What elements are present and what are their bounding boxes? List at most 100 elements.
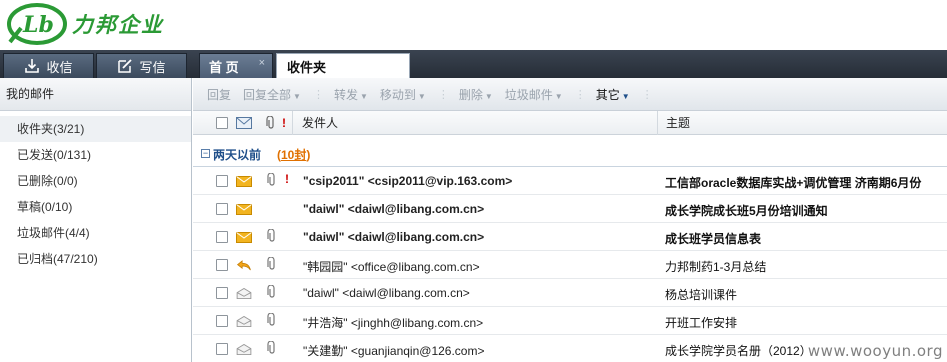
collapse-icon[interactable]: −: [201, 149, 210, 158]
reply-all-button[interactable]: 回复全部 ▼: [243, 86, 301, 103]
other-button[interactable]: 其它 ▼: [596, 86, 630, 103]
reply-all-label: 回复全部: [243, 87, 292, 102]
subject: 工信部oracle数据库实战+调优管理 济南期6月份: [665, 176, 922, 190]
compose-button[interactable]: 写信: [96, 53, 187, 78]
attachment-column-icon: [266, 116, 274, 129]
sender-email: <daiwl@libang.com.cn>: [347, 202, 485, 216]
subject: 杨总培训课件: [665, 288, 738, 302]
attachment-icon: [267, 313, 275, 326]
row-checkbox[interactable]: [216, 231, 228, 243]
reply-button[interactable]: 回复: [207, 86, 231, 103]
message-row[interactable]: "井浩海" <jinghh@libang.com.cn> 开班工作安排: [193, 307, 947, 335]
brand-name: 力邦企业: [72, 12, 164, 37]
sender-name: "daiwl": [303, 286, 339, 300]
webmail-window: Lb 力邦企业 收信 写信 首 页 × 收件夹 我的邮件 收件夹(3/21) 已…: [0, 0, 947, 362]
sidebar-item-deleted[interactable]: 已删除(0/0): [0, 168, 191, 194]
spam-button[interactable]: 垃圾邮件 ▼: [505, 86, 563, 103]
reply-arrow-icon: [236, 260, 251, 271]
select-all-checkbox[interactable]: [216, 117, 228, 129]
message-row[interactable]: "daiwl" <daiwl@libang.com.cn> 杨总培训课件: [193, 279, 947, 307]
sidebar-item-inbox[interactable]: 收件夹(3/21): [0, 116, 191, 142]
header: Lb 力邦企业: [0, 0, 947, 50]
important-icon: !: [285, 172, 289, 186]
chevron-down-icon: ▼: [484, 91, 493, 101]
sidebar-item-archived[interactable]: 已归档(47/210): [0, 246, 191, 272]
sender-email: <daiwl@libang.com.cn>: [347, 230, 485, 244]
spam-label: 垃圾邮件: [504, 87, 553, 102]
sender: "井浩海" <jinghh@libang.com.cn>: [303, 314, 483, 331]
chevron-down-icon: ▼: [621, 91, 630, 101]
move-to-button[interactable]: 移动到 ▼: [380, 86, 426, 103]
close-icon[interactable]: ×: [259, 57, 265, 69]
sender-email: <guanjianqin@126.com>: [350, 344, 485, 358]
top-tab-bar: 收信 写信 首 页 × 收件夹: [0, 50, 947, 78]
delete-button[interactable]: 删除 ▼: [459, 86, 493, 103]
envelope-open-icon: [236, 316, 252, 327]
chevron-down-icon: ▼: [359, 91, 368, 101]
message-row[interactable]: "daiwl" <daiwl@libang.com.cn> 成长学院成长班5月份…: [193, 195, 947, 223]
row-checkbox[interactable]: [216, 259, 228, 271]
envelope-open-icon: [236, 344, 252, 355]
sidebar-item-sent[interactable]: 已发送(0/131): [0, 142, 191, 168]
compose-label: 写信: [139, 59, 166, 75]
tab-inbox[interactable]: 收件夹: [276, 53, 410, 78]
sender: "关建勤" <guanjianqin@126.com>: [303, 342, 485, 359]
sender-name: "csip2011": [303, 174, 365, 188]
tab-inbox-label: 收件夹: [287, 59, 327, 75]
toolbar-divider: ⋮: [437, 88, 449, 101]
chevron-down-icon: ▼: [293, 91, 301, 101]
subject-column-header[interactable]: 主题: [657, 111, 947, 135]
sender-email: <office@libang.com.cn>: [350, 260, 480, 274]
sender-name: "daiwl": [303, 202, 345, 216]
sender-name: "关建勤": [303, 344, 348, 358]
envelope-closed-icon: [236, 232, 252, 243]
sender-name: "韩园园": [303, 260, 348, 274]
sidebar-item-spam[interactable]: 垃圾邮件(4/4): [0, 220, 191, 246]
subject: 成长学院成长班5月份培训通知: [665, 204, 828, 218]
attachment-icon: [267, 257, 275, 270]
sender-column-header[interactable]: 发件人: [292, 111, 655, 135]
toolbar-divider: ⋮: [574, 88, 586, 101]
receive-mail-button[interactable]: 收信: [3, 53, 94, 78]
sidebar-item-drafts[interactable]: 草稿(0/10): [0, 194, 191, 220]
sender: "daiwl" <daiwl@libang.com.cn>: [303, 230, 484, 244]
message-row[interactable]: "韩园园" <office@libang.com.cn> 力邦制药1-3月总结: [193, 251, 947, 279]
envelope-column-icon: [236, 117, 252, 129]
svg-text:Lb: Lb: [22, 12, 54, 38]
tab-home-label: 首 页: [209, 59, 239, 75]
attachment-icon: [267, 173, 275, 186]
brand-logo: Lb 力邦企业: [6, 2, 164, 46]
move-to-label: 移动到: [379, 87, 416, 102]
delete-label: 删除: [458, 87, 483, 102]
subject: 成长学院学员名册（2012）: [665, 344, 812, 358]
group-count: (10封): [277, 146, 310, 163]
message-row[interactable]: ! "csip2011" <csip2011@vip.163.com> 工信部o…: [193, 167, 947, 195]
forward-label: 转发: [333, 87, 358, 102]
message-row[interactable]: "daiwl" <daiwl@libang.com.cn> 成长班学员信息表: [193, 223, 947, 251]
sender-email: <jinghh@libang.com.cn>: [350, 316, 484, 330]
forward-button[interactable]: 转发 ▼: [334, 86, 368, 103]
chevron-down-icon: ▼: [417, 91, 426, 101]
sidebar-heading: 我的邮件: [0, 78, 191, 111]
envelope-closed-icon: [236, 176, 252, 187]
message-toolbar: 回复 回复全部 ▼ ⋮ 转发 ▼ 移动到 ▼ ⋮ 删除 ▼ 垃圾邮件 ▼ ⋮ 其它 ▼ ⋮: [193, 78, 947, 111]
sender-name: "daiwl": [303, 230, 345, 244]
compose-icon: [118, 59, 133, 73]
group-count-value[interactable]: 10封: [281, 148, 306, 162]
toolbar-divider: ⋮: [641, 88, 653, 101]
toolbar-divider: ⋮: [312, 88, 324, 101]
row-checkbox[interactable]: [216, 175, 228, 187]
message-list-header: ! 发件人 主题: [193, 111, 947, 135]
row-checkbox[interactable]: [216, 287, 228, 299]
tab-home[interactable]: 首 页 ×: [199, 53, 273, 78]
other-label: 其它: [595, 87, 620, 102]
sender: "daiwl" <daiwl@libang.com.cn>: [303, 286, 470, 300]
subject: 开班工作安排: [665, 316, 738, 330]
row-checkbox[interactable]: [216, 203, 228, 215]
date-group-row[interactable]: − 两天以前 (10封): [193, 141, 947, 167]
envelope-open-icon: [236, 288, 252, 299]
important-column-icon: !: [282, 116, 286, 130]
sender: "韩园园" <office@libang.com.cn>: [303, 258, 480, 275]
row-checkbox[interactable]: [216, 315, 228, 327]
row-checkbox[interactable]: [216, 343, 228, 355]
